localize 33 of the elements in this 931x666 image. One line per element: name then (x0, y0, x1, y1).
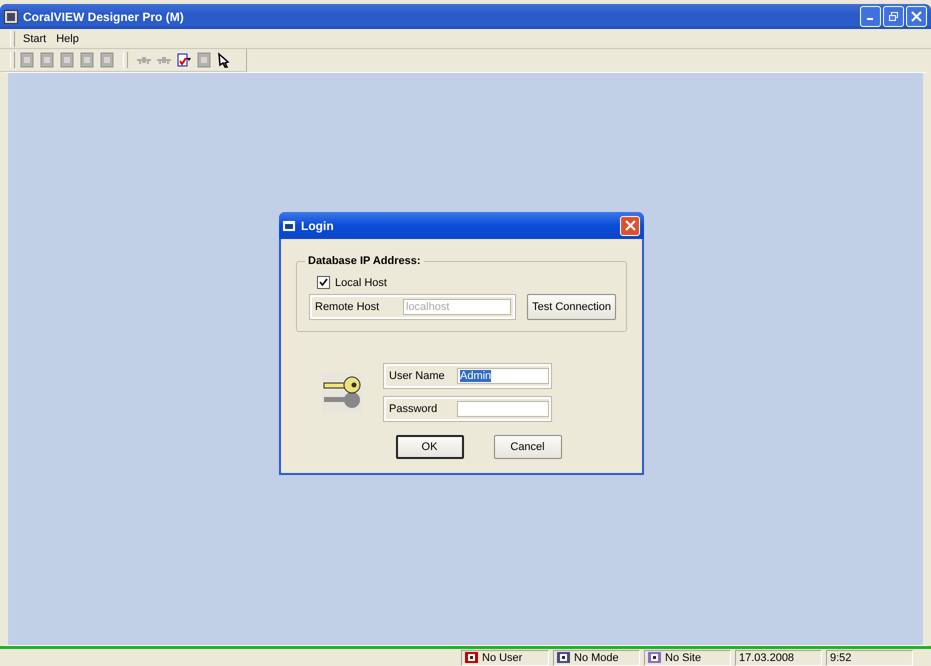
local-host-checkbox[interactable]: Local Host (317, 276, 616, 289)
group-title: Database IP Address: (305, 255, 424, 267)
window-title: CoralVIEW Designer Pro (M) (23, 10, 185, 24)
dialog-title: Login (301, 218, 335, 232)
menu-item[interactable]: Start (21, 32, 48, 44)
user-name-field[interactable]: Admin (457, 368, 549, 384)
close-icon (624, 220, 636, 231)
status-text: 17.03.2008 (739, 652, 794, 664)
minimize-button[interactable] (860, 6, 881, 27)
test-connection-button[interactable]: Test Connection (527, 294, 616, 320)
password-field[interactable] (457, 401, 549, 417)
cancel-button[interactable]: Cancel (494, 435, 562, 459)
close-icon (911, 11, 922, 22)
status-text: No Mode (574, 652, 619, 664)
restore-icon (888, 11, 899, 22)
status-text: No Site (665, 652, 702, 664)
field-label: Password (388, 403, 438, 415)
ok-button[interactable]: OK (396, 435, 464, 459)
document-arrow-icon[interactable] (176, 52, 192, 68)
mode-status-icon (557, 652, 570, 663)
app-icon (4, 10, 18, 24)
close-button[interactable] (620, 216, 640, 236)
check-icon (319, 278, 328, 287)
status-text: 9:52 (830, 652, 852, 664)
window-icon (283, 220, 295, 230)
user-status-icon (465, 652, 478, 663)
status-text: No User (482, 652, 522, 664)
field-label: User Name (388, 370, 446, 382)
menu-item[interactable]: Help (54, 32, 81, 44)
restore-button[interactable] (883, 6, 904, 27)
site-status-icon (648, 652, 661, 663)
close-button[interactable] (906, 6, 927, 27)
field-label: Remote Host (314, 301, 380, 313)
